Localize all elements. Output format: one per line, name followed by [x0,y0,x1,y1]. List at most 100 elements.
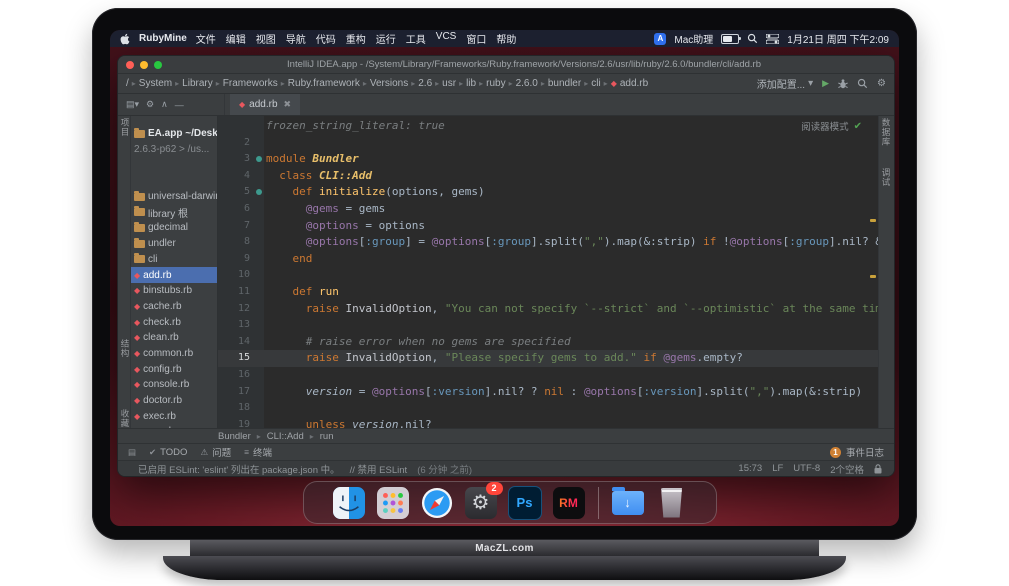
path-crumb-file[interactable]: add.rb [620,78,648,89]
tree-item-EA.app ~/Desk...[interactable]: EA.app ~/Desk... [131,126,217,142]
code-line-15[interactable]: 15 raise InvalidOption, "Please specify … [218,350,878,367]
path-crumb-5[interactable]: Versions [370,78,408,89]
gutter-marker-icon[interactable] [256,156,262,162]
debug-icon[interactable] [838,79,848,89]
path-crumb-12[interactable]: cli [591,78,600,89]
run-icon[interactable]: ▶ [822,78,829,89]
code-line-3[interactable]: 3module Bundler [218,151,878,168]
tool-problems[interactable]: ⚠问题 [200,445,231,459]
code-line-8[interactable]: 8 @options[:group] = @options[:group].sp… [218,234,878,251]
gutter-marker-icon[interactable] [256,189,262,195]
event-log[interactable]: 1 事件日志 [830,445,884,459]
code-line-18[interactable]: 18 [218,400,878,417]
tool-todo[interactable]: ✔TODO [149,447,187,458]
hide-panel-icon[interactable]: ― [175,100,184,110]
code-line-1[interactable]: frozen_string_literal: true [218,118,878,135]
tree-item-exec.rb[interactable]: ◆exec.rb [131,408,217,424]
window-titlebar[interactable]: IntelliJ IDEA.app - /System/Library/Fram… [118,56,894,74]
tree-item-check.rb[interactable]: ◆check.rb [131,314,217,330]
breadcrumb-method[interactable]: run [320,431,334,442]
path-crumb-10[interactable]: 2.6.0 [516,78,538,89]
error-stripe[interactable] [868,116,878,428]
menu-item-9[interactable]: 窗口 [466,31,486,46]
path-crumb-11[interactable]: bundler [548,78,581,89]
dock-launchpad-icon[interactable] [376,486,410,520]
code-line-17[interactable]: 17 version = @options[:version].nil? ? n… [218,384,878,401]
code-line-4[interactable]: 4 class CLI::Add [218,168,878,185]
panel-settings-icon[interactable]: ⚙ [146,99,154,110]
path-crumb-6[interactable]: 2.6 [418,78,432,89]
tree-item-undler[interactable]: undler [131,236,217,252]
line-ending[interactable]: LF [772,463,783,474]
tree-item-common.rb[interactable]: ◆common.rb [131,346,217,362]
dock-safari-icon[interactable] [420,486,454,520]
code-line-7[interactable]: 7 @options = options [218,218,878,235]
tree-item-doctor.rb[interactable]: ◆doctor.rb [131,393,217,409]
assistant-app-icon[interactable]: A [654,33,666,45]
code-line-6[interactable]: 6 @gems = gems [218,201,878,218]
tree-item-cache.rb[interactable]: ◆cache.rb [131,299,217,315]
search-icon[interactable] [747,33,758,44]
menu-item-1[interactable]: 编辑 [226,31,246,46]
tool-stripe-label-0[interactable]: 数据库 [880,118,892,147]
menu-item-0[interactable]: 文件 [196,31,216,46]
file-encoding[interactable]: UTF-8 [793,463,820,474]
zoom-button[interactable] [154,61,162,69]
dock-downloads-icon[interactable]: ↓ [611,486,645,520]
reader-mode-widget[interactable]: 阅读器模式 ✔ [801,119,862,133]
code-line-13[interactable]: 13 [218,317,878,334]
code-editor[interactable]: 阅读器模式 ✔ frozen_string_literal: true23mod… [218,116,878,428]
code-line-14[interactable]: 14 # raise error when no gems are specif… [218,334,878,351]
path-crumb-7[interactable]: usr [442,78,456,89]
minimize-button[interactable] [140,61,148,69]
menu-item-8[interactable]: VCS [436,31,457,46]
menu-item-10[interactable]: 帮助 [496,31,516,46]
path-crumb-2[interactable]: Library [182,78,213,89]
menubar-app-name[interactable]: RubyMine [139,33,187,44]
path-crumb-3[interactable]: Frameworks [223,78,278,89]
assistant-label[interactable]: Mac助理 [674,31,713,46]
dock-trash-icon[interactable] [655,486,689,520]
close-button[interactable] [126,61,134,69]
search-everywhere-icon[interactable] [857,78,868,89]
path-crumb-8[interactable]: lib [466,78,476,89]
menu-item-7[interactable]: 工具 [406,31,426,46]
code-line-5[interactable]: 5 def initialize(options, gems) [218,184,878,201]
tab-close-icon[interactable]: ✖ [284,99,292,110]
tree-item-config.rb[interactable]: ◆config.rb [131,361,217,377]
menu-item-3[interactable]: 导航 [286,31,306,46]
tree-item-2.6.3-p62 > /us...[interactable]: 2.6.3-p62 > /us... [131,142,217,158]
code-line-9[interactable]: 9 end [218,251,878,268]
code-line-16[interactable]: 16 [218,367,878,384]
inspections-ok-icon[interactable]: ✔ [854,121,862,132]
menu-item-4[interactable]: 代码 [316,31,336,46]
path-crumb-9[interactable]: ruby [486,78,505,89]
indent-setting[interactable]: 2个空格 [830,462,864,476]
apple-menu-icon[interactable] [120,33,130,45]
run-configuration-select[interactable]: 添加配置...▾ [757,76,813,91]
settings-gear-icon[interactable]: ⚙ [877,79,886,89]
dock-photoshop-icon[interactable]: Ps [508,486,542,520]
menu-item-2[interactable]: 视图 [256,31,276,46]
path-crumb-4[interactable]: Ruby.framework [288,78,360,89]
dock-finder-icon[interactable] [332,486,366,520]
caret-position[interactable]: 15:73 [738,463,762,474]
tree-item-universal-darwin2...[interactable]: universal-darwin2... [131,189,217,205]
dock-settings-icon[interactable]: ⚙2 [464,486,498,520]
code-line-12[interactable]: 12 raise InvalidOption, "You can not spe… [218,301,878,318]
menu-item-6[interactable]: 运行 [376,31,396,46]
control-center-icon[interactable] [766,34,779,44]
tool-terminal[interactable]: ≡终端 [244,445,272,459]
breadcrumb-class[interactable]: CLI::Add [267,431,304,442]
tree-item-cli[interactable]: cli [131,252,217,268]
tool-stripe-label-1[interactable]: 结构 [119,339,131,358]
menu-item-5[interactable]: 重构 [346,31,366,46]
code-line-2[interactable]: 2 [218,135,878,152]
tool-stripe-label-2[interactable]: 收藏 [119,409,131,428]
readonly-lock-icon[interactable] [874,464,882,474]
tree-item-console.rb[interactable]: ◆console.rb [131,377,217,393]
code-line-19[interactable]: 19 unless version.nil? [218,417,878,428]
tree-item-library 根[interactable]: library 根 [131,204,217,220]
tool-window-switcher-icon[interactable]: ▤ [128,447,136,458]
editor-tab-add-rb[interactable]: ◆ add.rb ✖ [230,94,300,115]
